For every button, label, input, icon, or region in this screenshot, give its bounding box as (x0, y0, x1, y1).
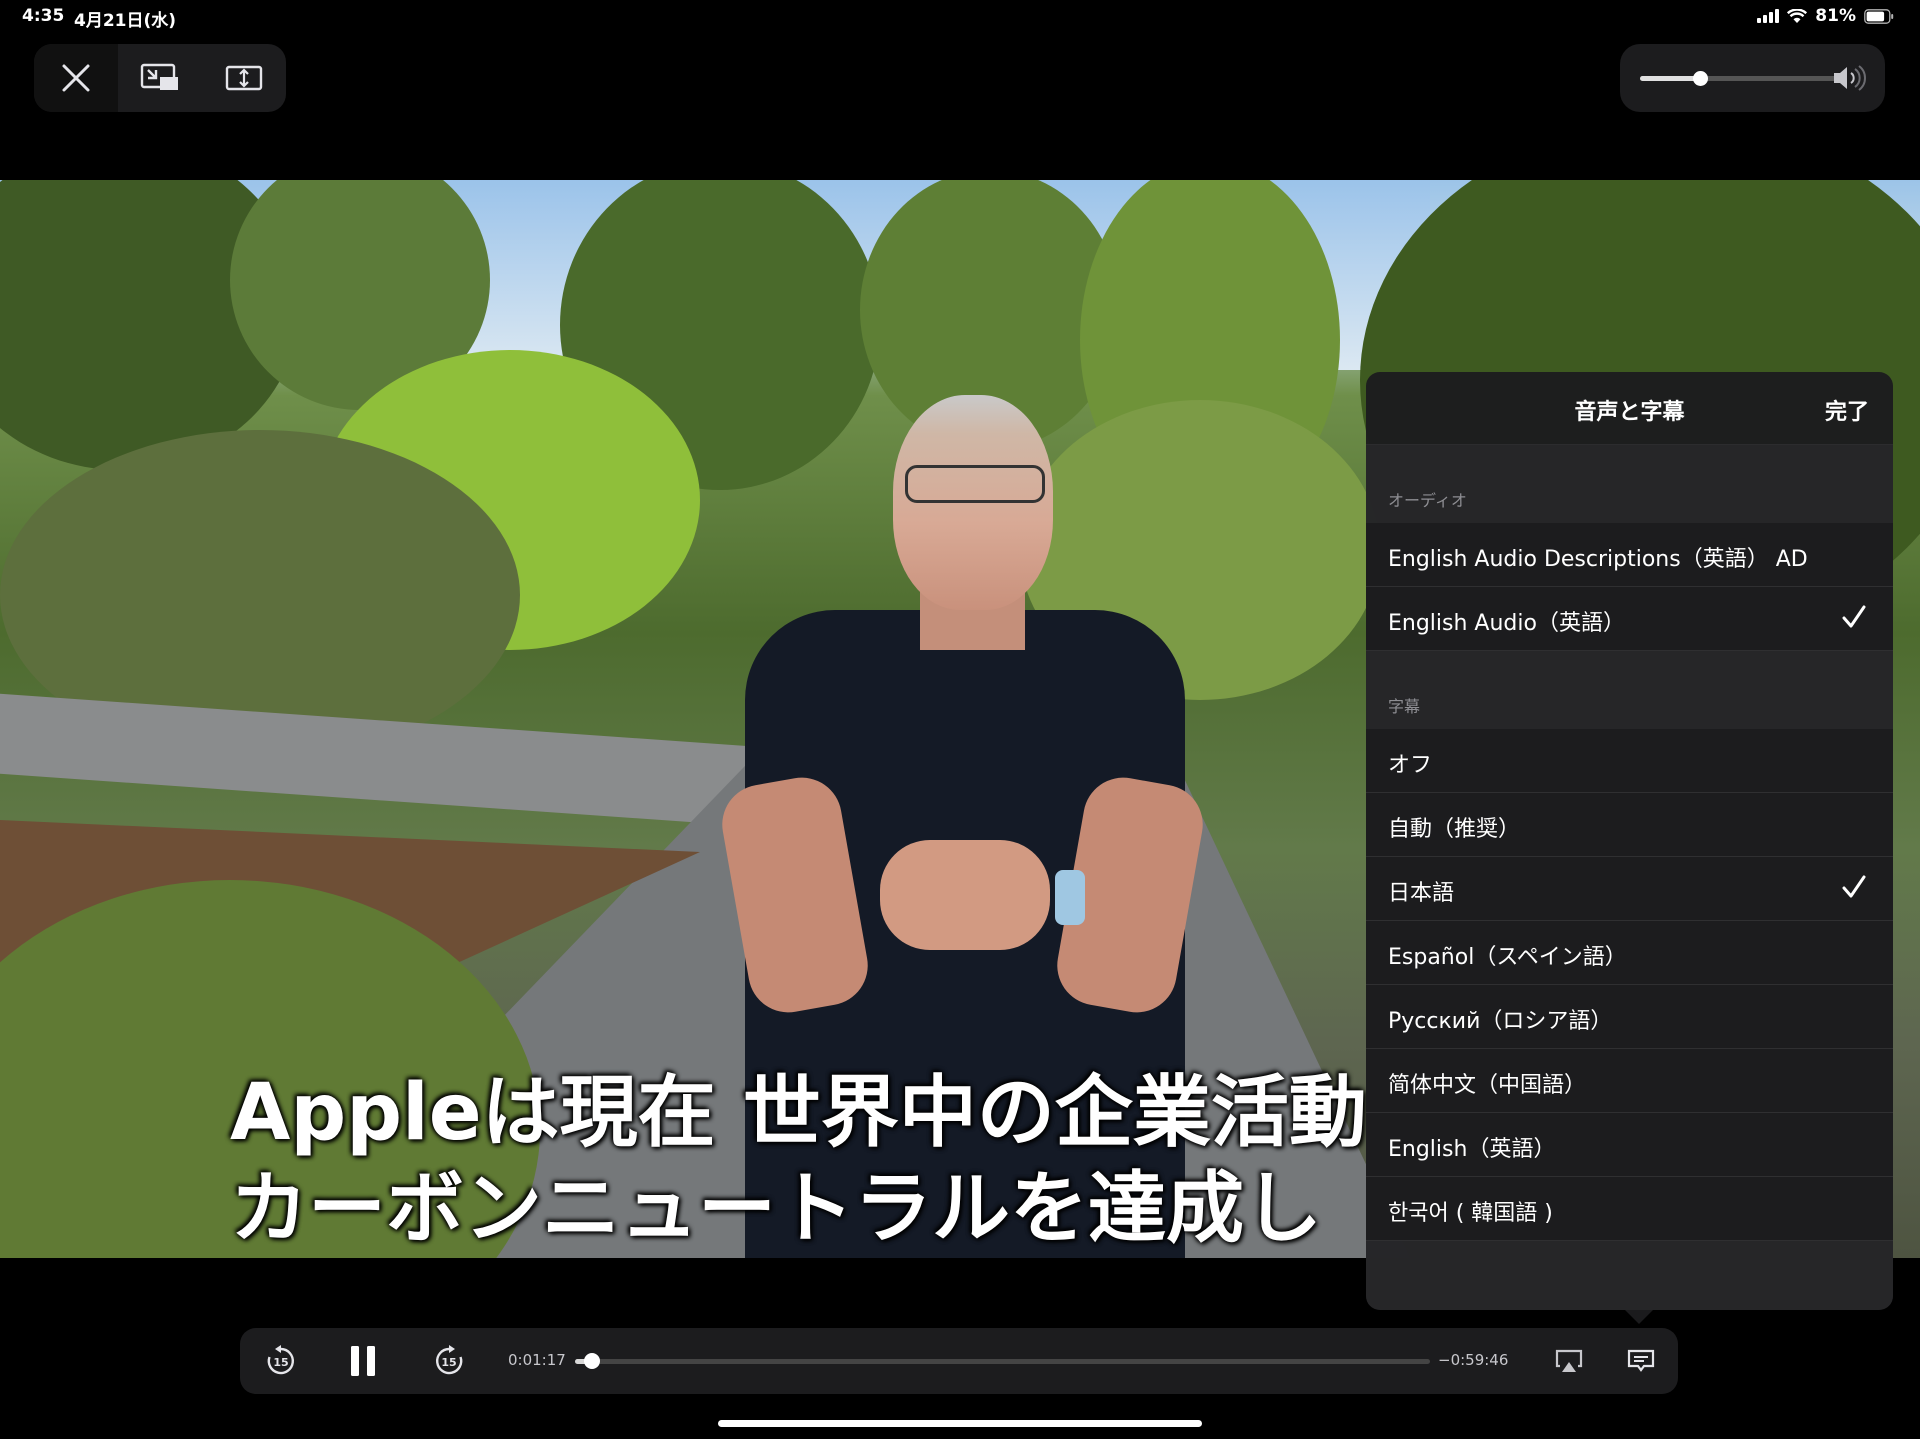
subtitle-option[interactable]: English（英語） (1366, 1113, 1893, 1177)
subtitle-line-2: カーボンニュートラルを達成し (230, 1164, 1323, 1254)
skip-back-button[interactable]: 15 (258, 1328, 304, 1394)
audio-list: English Audio Descriptions（英語） AD English… (1366, 523, 1893, 651)
subtitle-option[interactable]: オフ (1366, 729, 1893, 793)
subtitle-option[interactable]: 自動（推奨） (1366, 793, 1893, 857)
volume-fill (1640, 76, 1700, 81)
panel-title: 音声と字幕 (1574, 400, 1685, 425)
status-date: 4月21日(水) (74, 11, 177, 31)
subtitle-option-label: 简体中文（中国語） (1388, 1073, 1587, 1098)
audio-option[interactable]: English Audio（英語） (1366, 587, 1893, 651)
speaker-icon (1834, 65, 1866, 91)
done-button[interactable]: 完了 (1825, 394, 1869, 426)
airplay-icon (1555, 1349, 1583, 1372)
audio-option[interactable]: English Audio Descriptions（英語） AD (1366, 523, 1893, 587)
video-person-glasses (905, 465, 1045, 503)
checkmark-icon (1842, 605, 1866, 628)
aspect-fit-button[interactable] (202, 44, 286, 112)
elapsed-time: 0:01:17 (508, 1351, 566, 1369)
volume-knob[interactable] (1693, 71, 1708, 86)
subtitle-option-label: 한국어 ( 韓国語 ) (1388, 1201, 1553, 1226)
status-bar: 4:35 4月21日(水) 81% (0, 0, 1920, 36)
playback-control-bar: 15 15 0:01:17 −0:59:46 (240, 1328, 1678, 1394)
remaining-time: −0:59:46 (1438, 1351, 1509, 1369)
subtitle-option-label: オフ (1388, 753, 1433, 778)
panel-pointer (1625, 1310, 1653, 1324)
audio-subtitles-panel: 音声と字幕 完了 オーディオ English Audio Description… (1366, 372, 1893, 1310)
picture-in-picture-icon (140, 63, 178, 90)
pause-icon (351, 1346, 375, 1376)
home-indicator[interactable] (718, 1420, 1202, 1427)
subtitle-list: オフ自動（推奨） 日本語 Español（スペイン語） Русский（ロシア語） 简体… (1366, 729, 1893, 1241)
subtitle-section-title: 字幕 (1388, 697, 1421, 716)
subtitle-overlay: Appleは現在 世界中の企業活動 カーボンニュートラルを達成し (230, 1065, 1530, 1257)
aspect-fit-icon (225, 65, 263, 91)
panel-header: 音声と字幕 完了 (1366, 372, 1893, 445)
subtitle-option-label: 日本語 (1388, 881, 1455, 906)
subtitle-option[interactable]: 简体中文（中国語） (1366, 1049, 1893, 1113)
panel-footer (1366, 1241, 1893, 1310)
subtitle-option[interactable]: Español（スペイン語） (1366, 921, 1893, 985)
skip-forward-seconds: 15 (441, 1356, 456, 1369)
cellular-signal-icon (1757, 9, 1780, 23)
skip-forward-15-icon: 15 (436, 1345, 463, 1375)
subtitles-button[interactable] (1618, 1328, 1664, 1394)
airplay-button[interactable] (1546, 1328, 1592, 1394)
subtitle-option-label: 自動（推奨） (1388, 817, 1521, 842)
close-icon (62, 64, 90, 92)
subtitle-option[interactable]: 日本語 (1366, 857, 1893, 921)
close-button[interactable] (34, 44, 118, 112)
volume-slider[interactable] (1640, 71, 1840, 86)
battery-icon (1864, 8, 1894, 24)
checkmark-icon (1842, 875, 1866, 898)
wifi-icon (1787, 8, 1808, 24)
skip-back-seconds: 15 (273, 1356, 288, 1369)
subtitle-option[interactable]: 한국어 ( 韓国語 ) (1366, 1177, 1893, 1241)
video-person-hands (880, 840, 1050, 950)
skip-back-15-icon: 15 (267, 1345, 294, 1375)
subtitle-line-1: Appleは現在 世界中の企業活動 (230, 1068, 1367, 1158)
subtitle-section-header: 字幕 (1366, 651, 1893, 729)
status-indicators: 81% (1757, 6, 1894, 26)
subtitle-option-label: Español（スペイン語） (1388, 945, 1627, 970)
subtitle-option-label: English（英語） (1388, 1137, 1556, 1162)
pause-button[interactable] (340, 1328, 386, 1394)
audio-section-header: オーディオ (1366, 445, 1893, 523)
subtitle-option[interactable]: Русский（ロシア語） (1366, 985, 1893, 1049)
audio-section-title: オーディオ (1388, 491, 1467, 510)
audio-option-label: English Audio（英語） (1388, 611, 1625, 636)
battery-percent: 81% (1815, 6, 1856, 26)
picture-in-picture-button[interactable] (118, 44, 202, 112)
top-control-group (34, 44, 286, 112)
video-person-watch (1055, 870, 1085, 925)
skip-forward-button[interactable]: 15 (426, 1328, 472, 1394)
subtitles-icon (1627, 1349, 1655, 1372)
status-time: 4:35 (22, 6, 65, 26)
volume-control (1620, 44, 1885, 112)
playback-scrubber[interactable] (575, 1353, 1430, 1369)
subtitle-option-label: Русский（ロシア語） (1388, 1009, 1613, 1034)
scrubber-knob[interactable] (584, 1353, 601, 1369)
audio-option-label: English Audio Descriptions（英語） AD (1388, 547, 1808, 572)
